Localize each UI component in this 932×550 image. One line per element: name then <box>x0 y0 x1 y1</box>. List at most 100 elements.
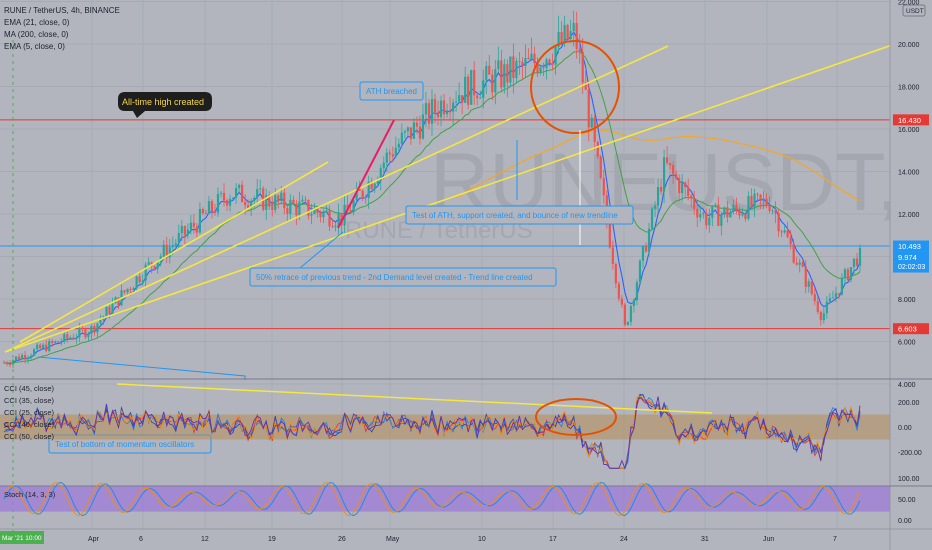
candle-body <box>650 208 654 229</box>
candle-body <box>144 264 147 281</box>
candle-body <box>765 198 768 206</box>
candle-body <box>75 337 78 340</box>
candle-body <box>129 288 132 290</box>
stoch-tick-label: 50.00 <box>898 497 916 504</box>
candle-body <box>455 101 458 103</box>
candle-body <box>364 197 367 199</box>
candle-body <box>316 208 319 213</box>
callout-test-ath-text: Test of ATH, support created, and bounce… <box>412 211 618 220</box>
candle-body <box>93 325 96 333</box>
candle-body <box>551 63 554 65</box>
candle-body <box>36 344 39 350</box>
candle-body <box>843 269 847 278</box>
candle-body <box>575 23 578 49</box>
candle-body <box>180 226 183 234</box>
candle-body <box>783 230 786 233</box>
candle-body <box>620 298 623 305</box>
candle-body <box>448 111 452 113</box>
candle-body <box>690 195 693 199</box>
candle-body <box>623 304 627 325</box>
candle-body <box>777 213 780 232</box>
candle-body <box>39 344 42 349</box>
candle-body <box>189 222 192 230</box>
time-tick-label: 26 <box>338 536 346 543</box>
candle-body <box>123 290 126 293</box>
candle-body <box>105 306 108 317</box>
candle-body <box>506 64 509 83</box>
candle-body <box>147 262 150 265</box>
candle-body <box>653 205 657 209</box>
candle-body <box>837 293 841 295</box>
candle-body <box>304 199 307 201</box>
candle-body <box>813 294 816 302</box>
candle-body <box>394 147 397 157</box>
candle-body <box>638 260 642 283</box>
candle-body <box>672 165 675 174</box>
candle-body <box>548 59 551 64</box>
candle-body <box>539 67 542 73</box>
candle-body <box>726 207 729 218</box>
candle-body <box>596 141 599 157</box>
candle-body <box>349 210 352 213</box>
candle-body <box>69 337 72 339</box>
candle-body <box>822 313 825 321</box>
candle-body <box>162 244 165 257</box>
candle-body <box>14 356 18 361</box>
candle-body <box>352 200 355 213</box>
candle-body <box>681 182 684 194</box>
candle-body <box>301 199 304 202</box>
candle-body <box>732 204 735 212</box>
candle-body <box>183 226 186 235</box>
candle-body <box>789 237 792 245</box>
candle-body <box>237 184 241 189</box>
candle-body <box>524 57 527 66</box>
candle-body <box>611 247 614 264</box>
candle-body <box>373 183 376 190</box>
candle-body <box>45 344 48 352</box>
trading-chart[interactable]: RUNEUSDT, 4h RUNE / TetherUS All-time hi… <box>0 0 932 550</box>
candle-body <box>415 122 419 127</box>
cci-legend-50: CCI (50, close) <box>4 432 55 441</box>
candle-body <box>599 156 602 179</box>
stoch-tick-label: 100.00 <box>898 476 920 483</box>
candle-body <box>461 95 464 103</box>
candle-body <box>138 276 141 282</box>
candle-body <box>572 23 575 32</box>
candle-body <box>581 51 584 83</box>
candle-body <box>328 210 331 227</box>
time-tick-label: 19 <box>268 536 276 543</box>
candle-body <box>678 178 681 194</box>
time-tick-label: 7 <box>833 536 837 543</box>
legend-ema5: EMA (5, close, 0) <box>4 42 65 51</box>
candle-body <box>442 100 446 115</box>
symbol-title: RUNE / TetherUS, 4h, BINANCE <box>4 6 120 15</box>
candle-body <box>256 189 259 199</box>
candle-body <box>602 178 605 196</box>
candle-body <box>512 56 515 79</box>
candle-body <box>744 214 747 219</box>
time-tick-label: Jun <box>763 536 774 543</box>
cci-legend-45: CCI (45, close) <box>4 384 55 393</box>
callout-ath-breached[interactable]: ATH breached <box>359 81 424 101</box>
symbol-watermark: RUNEUSDT, 4h RUNE / TetherUS <box>345 137 932 244</box>
candle-body <box>72 337 75 340</box>
price-tick-label: 4.000 <box>898 382 916 389</box>
cursor-time-label: Mar '21 10:00 <box>2 535 42 542</box>
candle-body <box>280 192 283 201</box>
candle-body <box>292 199 295 204</box>
legend-ma200: MA (200, close, 0) <box>4 30 69 39</box>
candle-body <box>641 246 645 261</box>
price-tick-label: 18.000 <box>898 85 920 92</box>
candle-body <box>479 97 482 99</box>
candle-body <box>307 199 310 216</box>
candle-body <box>711 206 714 218</box>
candle-body <box>819 311 822 321</box>
candle-body <box>216 193 220 213</box>
candle-body <box>277 195 280 201</box>
candle-body <box>855 258 859 266</box>
candle-body <box>298 201 301 216</box>
candle-body <box>632 300 636 307</box>
price-tick-label: 20.000 <box>898 42 920 49</box>
candle-body <box>500 60 503 88</box>
candle-body <box>241 184 244 203</box>
